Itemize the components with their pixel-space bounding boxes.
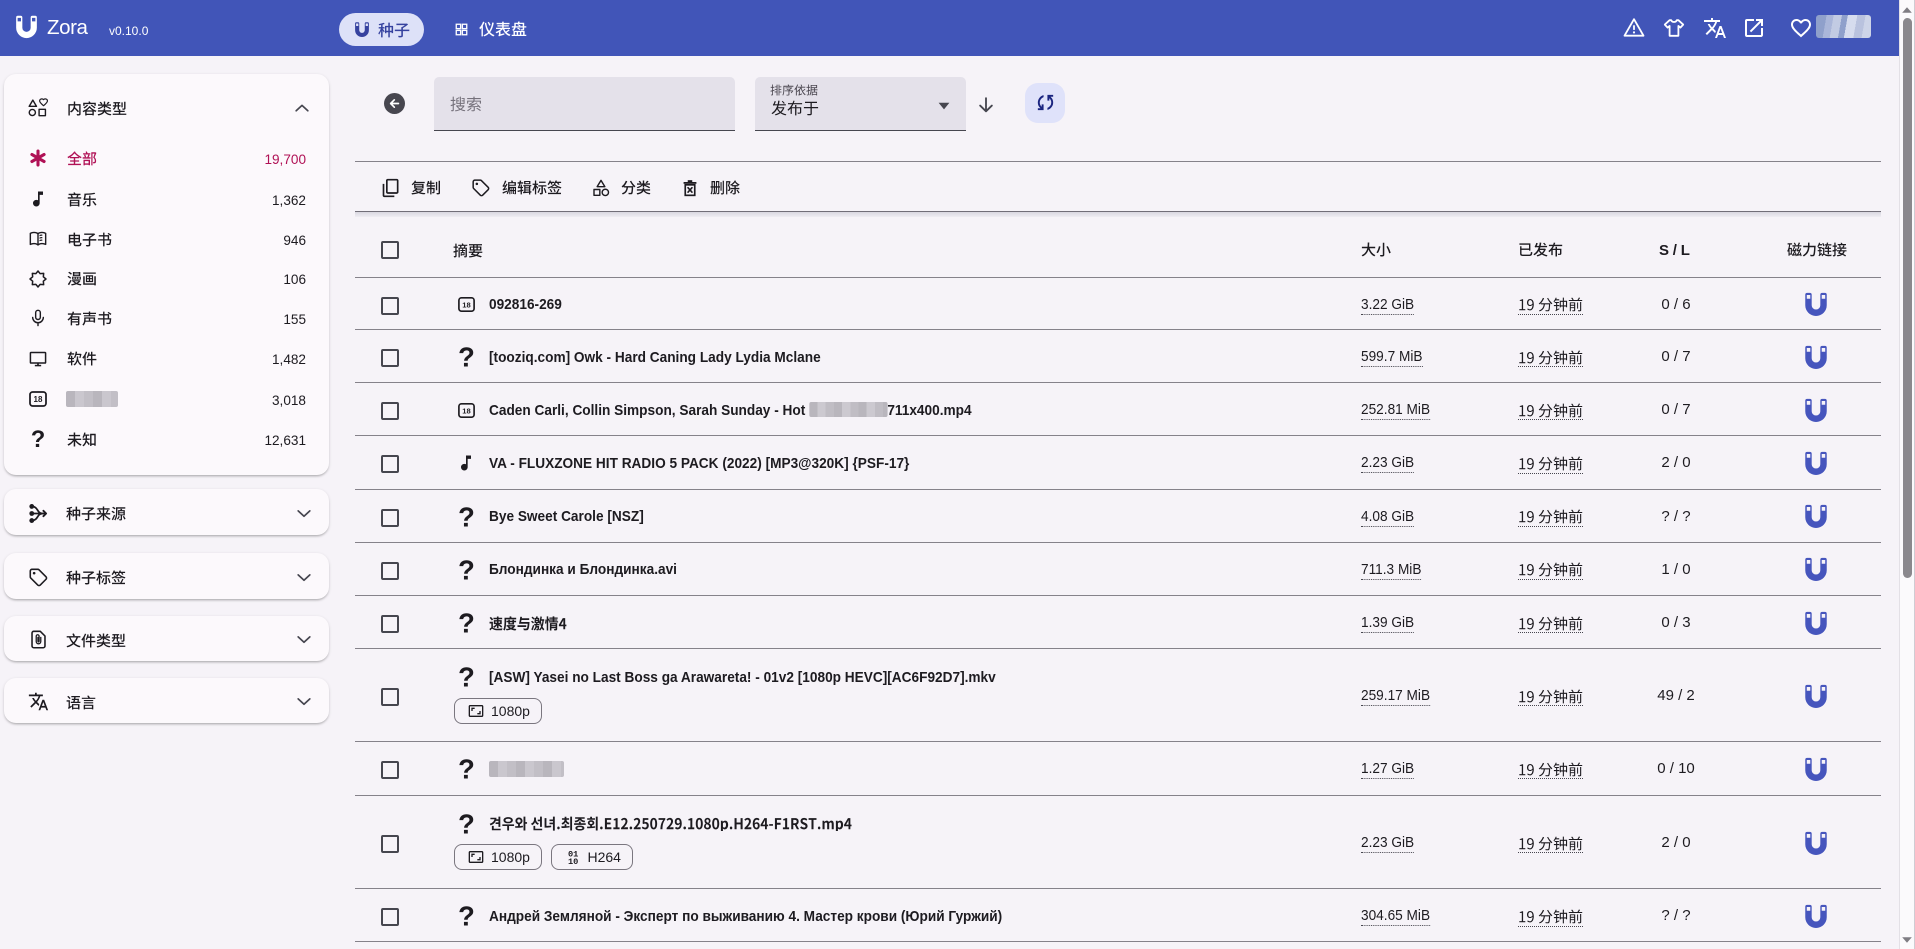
svg-text:?: ?	[458, 758, 475, 781]
svg-text:10: 10	[567, 857, 577, 865]
svg-text:?: ?	[458, 346, 475, 369]
svg-text:?: ?	[458, 612, 475, 635]
svg-text:?: ?	[458, 506, 475, 529]
svg-text:18: 18	[462, 301, 470, 310]
svg-text:?: ?	[458, 559, 475, 582]
svg-text:18: 18	[462, 406, 470, 415]
svg-text:18: 18	[34, 395, 43, 404]
svg-text:?: ?	[458, 666, 475, 689]
svg-text:?: ?	[458, 813, 475, 836]
svg-text:?: ?	[458, 905, 475, 928]
svg-text:?: ?	[31, 429, 46, 449]
